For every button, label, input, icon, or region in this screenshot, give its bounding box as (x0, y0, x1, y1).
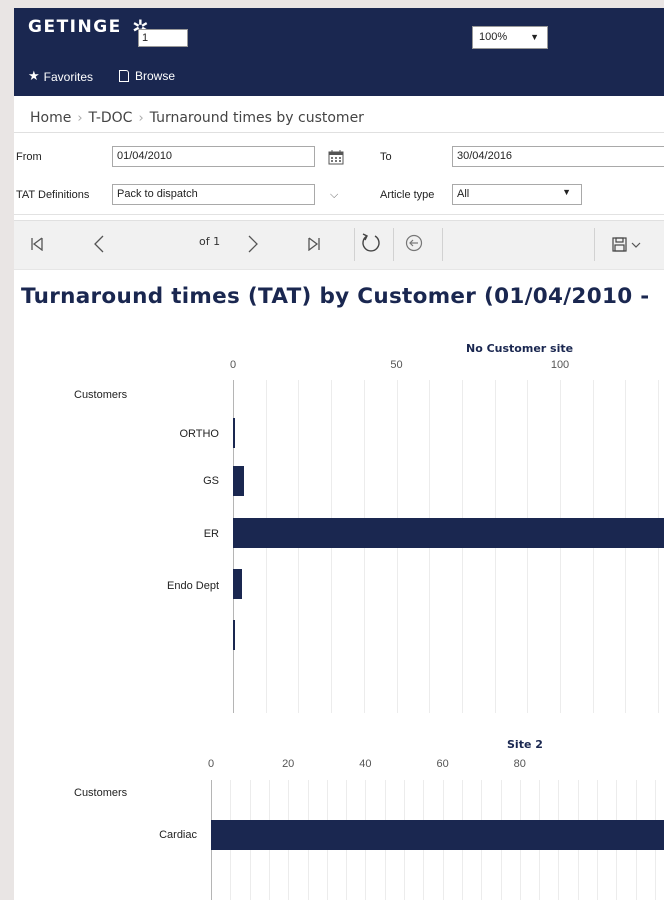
x-tick-label: 60 (436, 758, 449, 770)
dropdown-arrow-icon: ▼ (562, 187, 571, 197)
x-tick-label: 0 (207, 758, 215, 770)
breadcrumb-t-doc[interactable]: T-DOC (89, 110, 133, 126)
category-label: Cardiac (159, 829, 197, 841)
top-navigation-bar: GETINGE ✲ ★ Favorites Browse (14, 8, 664, 96)
article-type-label: Article type (380, 189, 435, 201)
x-tick-label: 80 (513, 758, 526, 770)
report-title: Turnaround times (TAT) by Customer (01/0… (21, 284, 650, 309)
article-type-value: All (457, 188, 470, 200)
x-tick-label: 40 (359, 758, 372, 770)
breadcrumb: Home › T-DOC › Turnaround times by custo… (14, 104, 664, 133)
back-to-parent-icon[interactable] (405, 234, 423, 252)
x-tick-label: 0 (229, 359, 237, 371)
category-label: Endo Dept (167, 580, 219, 592)
x-tick-label: 50 (390, 359, 403, 371)
getinge-logo: GETINGE (28, 17, 122, 37)
next-page-icon[interactable] (247, 235, 259, 253)
toolbar-divider (594, 228, 595, 261)
save-export-icon[interactable] (612, 237, 627, 252)
from-date-input[interactable]: 01/04/2010 (112, 146, 315, 167)
breadcrumb-separator-icon: › (138, 110, 144, 126)
favorites-menu-item[interactable]: ★ Favorites (28, 69, 93, 84)
document-icon (119, 70, 129, 82)
zoom-select[interactable]: 100% ▼ (472, 26, 548, 49)
calendar-icon[interactable] (328, 150, 344, 165)
from-label: From (16, 151, 42, 163)
bar-ortho[interactable] (233, 418, 235, 448)
bar-gs[interactable] (233, 466, 245, 496)
article-type-select[interactable]: All ▼ (452, 184, 582, 205)
zoom-value: 100% (479, 31, 508, 43)
browse-menu-item[interactable]: Browse (119, 69, 175, 83)
breadcrumb-current: Turnaround times by customer (149, 110, 364, 126)
breadcrumb-separator-icon: › (77, 110, 83, 126)
x-tick-label: 100 (550, 359, 570, 371)
chart-1-title: No Customer site (466, 342, 574, 355)
last-page-icon[interactable] (307, 237, 321, 251)
bar-cardiac[interactable] (211, 820, 664, 850)
refresh-icon[interactable] (360, 232, 382, 254)
favorites-label: Favorites (43, 69, 94, 84)
chart-2-y-axis-title: Customers (74, 787, 128, 799)
category-label: ER (203, 528, 219, 540)
previous-page-icon[interactable] (93, 235, 105, 253)
browse-label: Browse (135, 69, 176, 83)
x-tick-label: 20 (282, 758, 295, 770)
report-viewer-window: GETINGE ✲ ★ Favorites Browse Home › T-DO… (14, 8, 664, 900)
toolbar-divider (393, 228, 394, 261)
page-number-input[interactable]: 1 (138, 29, 188, 47)
dropdown-arrow-icon: ▼ (530, 32, 539, 42)
first-page-icon[interactable] (30, 237, 44, 251)
category-label: GS (203, 475, 219, 487)
toolbar-divider (354, 228, 355, 261)
star-icon: ★ (28, 69, 40, 84)
page-count-label: of 1 (199, 235, 221, 248)
chevron-down-icon[interactable]: ⌵ (330, 188, 338, 202)
chart-2-title: Site 2 (507, 738, 543, 751)
export-chevron-down-icon[interactable] (631, 242, 641, 249)
to-date-input[interactable]: 30/04/2016 (452, 146, 664, 167)
tat-definitions-select[interactable]: Pack to dispatch (112, 184, 315, 205)
chart-1-y-axis-title: Customers (74, 389, 128, 401)
bar-er[interactable] (233, 518, 664, 548)
toolbar-divider (442, 228, 443, 261)
report-toolbar (14, 220, 664, 270)
tat-definitions-label: TAT Definitions (16, 189, 90, 201)
bar-endo-dept[interactable] (233, 569, 242, 599)
breadcrumb-home[interactable]: Home (30, 110, 71, 126)
bar-unnamed[interactable] (233, 620, 235, 650)
category-label: ORTHO (179, 428, 219, 440)
to-label: To (380, 151, 392, 163)
